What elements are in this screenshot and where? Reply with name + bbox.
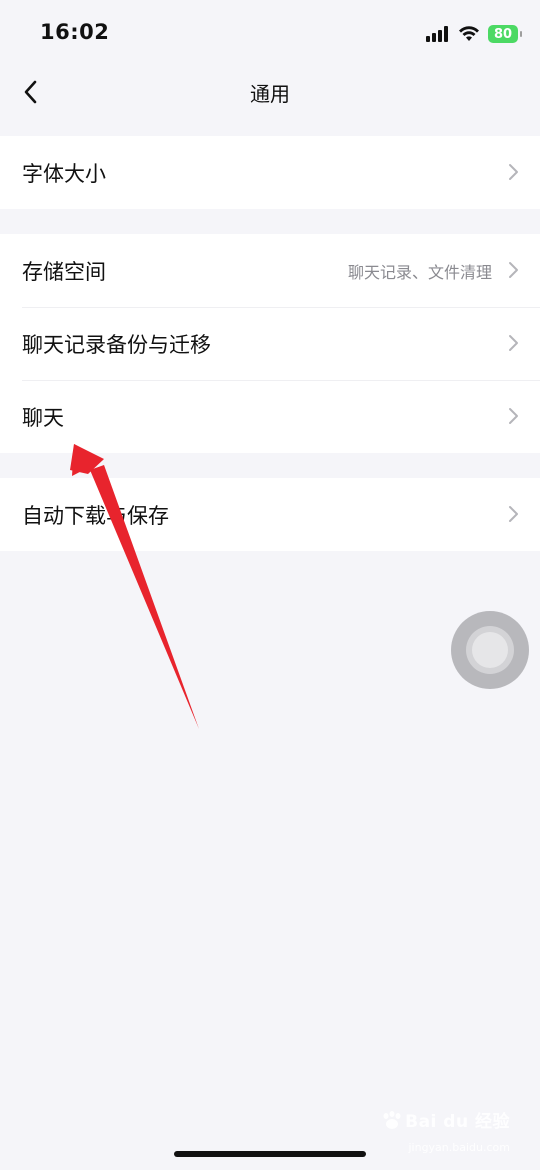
- row-label: 聊天记录备份与迁移: [22, 332, 211, 357]
- battery-level: 80: [493, 26, 513, 42]
- signal-icon: [426, 26, 448, 42]
- status-bar: 16:02 80: [0, 0, 540, 64]
- watermark: Bai du 经验: [381, 1107, 510, 1132]
- row-font-size[interactable]: 字体大小: [0, 136, 540, 209]
- settings-group-download: 自动下载与保存: [0, 478, 540, 551]
- battery-icon: 80: [488, 25, 522, 43]
- nav-bar: 通用: [0, 64, 540, 120]
- assistive-touch-ring: [466, 626, 514, 674]
- status-time: 16:02: [40, 20, 110, 44]
- assistive-touch-button[interactable]: [451, 611, 529, 689]
- status-icons: 80: [426, 22, 522, 46]
- row-chat[interactable]: 聊天: [0, 380, 540, 453]
- row-auto-download-save[interactable]: 自动下载与保存: [0, 478, 540, 551]
- row-label: 字体大小: [22, 161, 106, 186]
- chevron-right-icon: [509, 164, 518, 180]
- paw-icon: [383, 1110, 401, 1129]
- row-storage[interactable]: 存储空间 聊天记录、文件清理: [0, 234, 540, 307]
- watermark-url: jingyan.baidu.com: [408, 1141, 510, 1154]
- row-chat-backup-migration[interactable]: 聊天记录备份与迁移: [0, 307, 540, 380]
- row-value: 聊天记录、文件清理: [347, 262, 492, 282]
- chevron-right-icon: [509, 506, 518, 522]
- row-label: 存储空间: [22, 259, 106, 284]
- page-title: 通用: [250, 82, 290, 106]
- chevron-right-icon: [509, 408, 518, 424]
- chevron-right-icon: [509, 335, 518, 351]
- row-label: 自动下载与保存: [22, 503, 169, 528]
- row-label: 聊天: [22, 405, 64, 430]
- wifi-icon: [459, 26, 479, 41]
- chevron-right-icon: [509, 262, 518, 278]
- home-indicator: [174, 1151, 366, 1157]
- watermark-brand: Bai du 经验: [405, 1112, 510, 1132]
- settings-group-storage-chat: 存储空间 聊天记录、文件清理 聊天记录备份与迁移 聊天: [0, 234, 540, 453]
- assistive-touch-core: [472, 632, 508, 668]
- settings-group-display: 字体大小: [0, 136, 540, 209]
